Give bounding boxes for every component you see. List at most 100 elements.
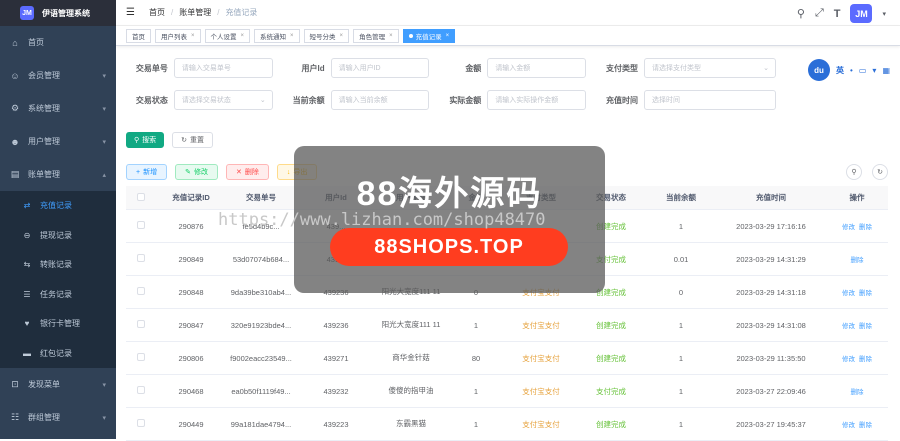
cell-uid: 439232 xyxy=(323,386,349,396)
filter-input[interactable]: 选择时间 xyxy=(644,90,777,110)
checkbox[interactable] xyxy=(137,386,145,394)
breadcrumb-billing[interactable]: 账单管理 xyxy=(179,7,211,18)
cell-id: 290849 xyxy=(178,254,204,264)
row-delete-button[interactable]: 删除 xyxy=(859,323,872,330)
sidebar-item[interactable]: ☺ 会员管理 ▾ xyxy=(0,59,116,92)
grid-icon[interactable]: ▦ xyxy=(882,66,890,75)
row-edit-button[interactable]: 修改 xyxy=(842,356,855,363)
row-edit-button[interactable]: 修改 xyxy=(842,323,855,330)
checkbox[interactable] xyxy=(137,221,145,229)
tag-item[interactable]: 个人设置 × xyxy=(204,28,251,43)
checkbox[interactable] xyxy=(137,353,145,361)
tag-item[interactable]: 充值记录 × xyxy=(402,28,456,43)
cell-uid: 439223 xyxy=(323,419,349,429)
search-icon[interactable]: ⚲ xyxy=(797,7,805,20)
search-button[interactable]: ⚲ 搜索 xyxy=(126,132,165,148)
row-checkbox-cell[interactable] xyxy=(126,353,156,363)
table-row[interactable]: 290449 99a181dae4794... 439223 东霸黑猫 1 支付宝支付 创建… xyxy=(126,408,888,441)
gear-icon: ⚙ xyxy=(10,103,20,113)
filter-input[interactable]: 请输入当前余额 xyxy=(330,90,430,110)
moon-icon[interactable]: • xyxy=(850,66,853,75)
tag-item[interactable]: 系统通知 × xyxy=(254,28,300,43)
cell-time: 2023-03-29 17:16:16 xyxy=(736,221,806,231)
filter-label: 当前余额 xyxy=(292,95,325,105)
tag-item[interactable]: 角色管理 × xyxy=(353,28,399,43)
row-delete-button[interactable]: 删除 xyxy=(851,257,864,264)
delete-button[interactable]: ✕ 删除 xyxy=(225,164,269,180)
sidebar-item[interactable]: ☻ 用户管理 ▾ xyxy=(0,125,116,158)
tag-item[interactable]: 用户列表 × xyxy=(155,28,201,43)
row-edit-button[interactable]: 修改 xyxy=(842,290,855,297)
sidebar-item[interactable]: ⊡ 发现菜单 ▾ xyxy=(0,368,116,401)
checkbox[interactable] xyxy=(137,320,145,328)
row-edit-button[interactable]: 修改 xyxy=(842,422,855,429)
checkbox[interactable] xyxy=(137,254,145,262)
row-delete-button[interactable]: 删除 xyxy=(859,422,872,429)
row-actions: 修改 删除 xyxy=(826,320,888,330)
add-button[interactable]: + 新增 xyxy=(126,164,168,180)
lang-toggle[interactable]: 英 xyxy=(836,65,844,76)
submenu-item[interactable]: ☰ 任务记录 xyxy=(0,280,116,310)
row-delete-button[interactable]: 删除 xyxy=(851,389,864,396)
close-icon[interactable]: × xyxy=(191,33,195,39)
hamburger-icon[interactable]: ☰ xyxy=(126,7,135,18)
tag-item[interactable]: 短号分类 × xyxy=(303,28,350,43)
close-icon[interactable]: × xyxy=(241,33,245,39)
reset-button[interactable]: ↻ 重置 xyxy=(172,132,214,148)
sidebar-item[interactable]: ⚙ 系统管理 ▾ xyxy=(0,92,116,125)
close-icon[interactable]: × xyxy=(340,33,344,39)
fullscreen-icon[interactable]: ⤢ xyxy=(815,7,824,20)
filter-buttons: ⚲ 搜索 ↻ 重置 xyxy=(126,132,214,148)
submenu-item[interactable]: ♥ 银行卡管理 xyxy=(0,309,116,339)
row-checkbox-cell[interactable] xyxy=(126,221,156,231)
submenu-item[interactable]: ⇆ 转账记录 xyxy=(0,250,116,280)
close-icon[interactable]: × xyxy=(389,33,393,39)
search-toggle-icon[interactable]: ⚲ xyxy=(846,164,862,180)
table-row[interactable]: 290468 ea0b50f1119f49... 439232 傻傻的指甲油 1 支付宝支… xyxy=(126,375,888,408)
submenu-item[interactable]: ⊖ 提现记录 xyxy=(0,221,116,251)
checkbox[interactable] xyxy=(137,192,145,201)
filter-input[interactable]: 请输入金额 xyxy=(487,58,587,78)
filter-input[interactable]: 请输入用户ID xyxy=(330,58,430,78)
table-row[interactable]: 290806 f9002eacc23549... 439271 商华金针菇 80 支付宝支… xyxy=(126,342,888,375)
row-edit-button[interactable]: 修改 xyxy=(842,224,855,231)
checkbox[interactable] xyxy=(137,419,145,427)
filter-input[interactable]: 请选择交易状态 ⌄ xyxy=(173,90,273,110)
select-all-checkbox[interactable] xyxy=(126,192,156,203)
edit-button[interactable]: ✎ 修改 xyxy=(175,164,218,180)
row-checkbox-cell[interactable] xyxy=(126,419,156,429)
table-row[interactable]: 290847 320e91923bde4... 439236 阳光大宽度111 11 1… xyxy=(126,309,888,342)
row-checkbox-cell[interactable] xyxy=(126,254,156,264)
row-delete-button[interactable]: 删除 xyxy=(859,224,872,231)
filter-input[interactable]: 请输入实际操作金额 xyxy=(487,90,587,110)
breadcrumb-current: 充值记录 xyxy=(225,8,258,17)
cell-id: 290449 xyxy=(178,419,204,429)
sidebar-item[interactable]: ▤ 账单管理 ▴ xyxy=(0,158,116,191)
submenu-item[interactable]: ⇄ 充值记录 xyxy=(0,191,116,221)
refresh-icon[interactable]: ↻ xyxy=(872,164,888,180)
filter-input[interactable]: 请选择支付类型 ⌄ xyxy=(644,58,777,78)
tag-item[interactable]: 首页 xyxy=(126,28,151,43)
breadcrumb-home[interactable]: 首页 xyxy=(149,7,165,18)
sidebar-item[interactable]: ⌂ 首页 xyxy=(0,26,116,59)
baidu-logo-icon[interactable]: du xyxy=(808,59,831,81)
font-size-icon[interactable]: T xyxy=(834,8,841,20)
submenu-item[interactable]: ▬ 红包记录 xyxy=(0,339,116,369)
chevron-down-icon[interactable]: ▾ xyxy=(882,10,886,18)
row-checkbox-cell[interactable] xyxy=(126,386,156,396)
row-checkbox-cell[interactable] xyxy=(126,287,156,297)
sidebar-item[interactable]: ☷ 群组管理 ▾ xyxy=(0,401,116,434)
group-icon: ☷ xyxy=(10,412,20,422)
cell-amount: 1 xyxy=(473,386,479,396)
close-icon[interactable]: × xyxy=(446,33,450,39)
row-delete-button[interactable]: 删除 xyxy=(859,290,872,297)
row-delete-button[interactable]: 删除 xyxy=(859,356,872,363)
window-icon[interactable]: ▭ xyxy=(859,66,867,75)
row-checkbox-cell[interactable] xyxy=(126,320,156,330)
sidebar-logo[interactable]: JM 伊语管理系统 xyxy=(0,0,116,26)
avatar[interactable]: JM xyxy=(850,4,873,23)
shirt-icon[interactable]: ▾ xyxy=(872,66,876,75)
close-icon[interactable]: × xyxy=(290,33,294,39)
checkbox[interactable] xyxy=(137,287,145,295)
filter-input[interactable]: 请输入交易单号 xyxy=(173,58,273,78)
